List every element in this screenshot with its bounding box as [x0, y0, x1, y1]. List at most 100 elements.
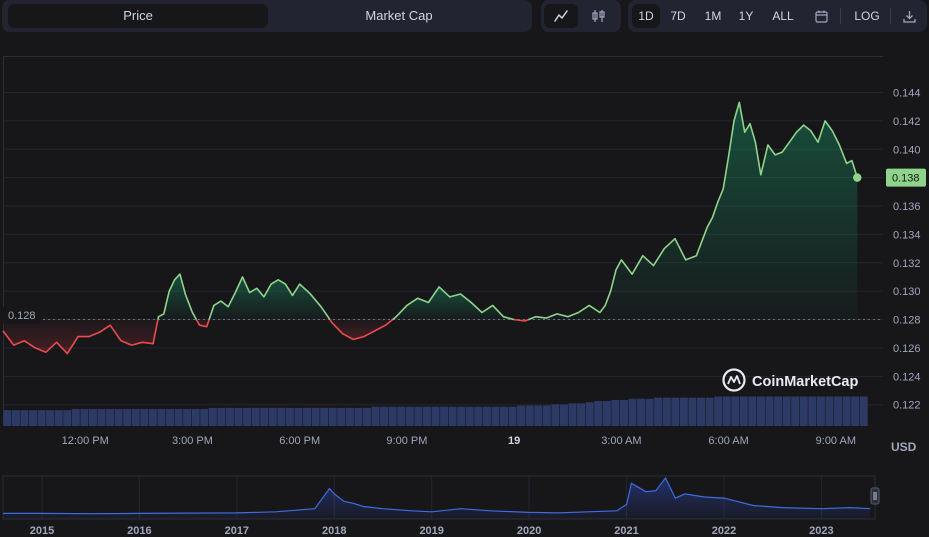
volume-bar — [3, 410, 12, 426]
currency-label: USD — [891, 440, 917, 454]
volume-bar — [508, 406, 517, 426]
volume-bar — [671, 397, 680, 426]
current-price-text: 0.138 — [892, 173, 920, 185]
volume-bar — [551, 404, 560, 426]
x-tick-label: 6:00 PM — [279, 435, 320, 447]
x-tick-label: 3:00 AM — [601, 435, 641, 447]
volume-bar — [739, 396, 748, 426]
navigator[interactable]: 2015 2016 2017 2018 2019 2020 2021 2022 2023 — [2, 475, 880, 537]
y-tick-label: 0.126 — [893, 343, 921, 355]
volume-bar — [363, 407, 371, 426]
y-tick-label: 0.130 — [893, 286, 921, 298]
volume-bar — [748, 396, 757, 426]
volume-bar — [260, 407, 269, 426]
volume-bar — [414, 406, 423, 426]
volume-bar — [568, 403, 577, 426]
volume-bar — [774, 396, 783, 426]
volume-bar — [851, 396, 860, 426]
volume-bar — [662, 397, 671, 426]
navigator-tick-label: 2020 — [517, 525, 541, 537]
navigator-tick-label: 2019 — [419, 525, 443, 537]
price-line-down — [513, 318, 529, 322]
volume-bar — [517, 405, 526, 426]
price-area — [3, 102, 858, 354]
y-tick-label: 0.124 — [893, 371, 921, 383]
volume-bar — [465, 406, 474, 426]
volume-bar — [294, 407, 303, 426]
volume-bar — [834, 396, 843, 426]
volume-bar — [46, 410, 55, 426]
navigator-handle[interactable] — [870, 487, 880, 505]
navigator-tick-label: 2023 — [809, 525, 833, 537]
volume-bar — [559, 404, 568, 426]
price-chart[interactable]: 0.144 0.142 0.140 0.138 0.136 0.134 0.132 0.130… — [0, 0, 929, 537]
watermark: CoinMarketCap — [722, 368, 858, 392]
volume-bar — [585, 402, 594, 426]
volume-bar — [482, 406, 491, 426]
volume-bar — [303, 407, 312, 426]
volume-bar — [97, 409, 106, 426]
volume-bar — [37, 410, 46, 426]
coinmarketcap-logo-icon — [722, 368, 746, 392]
x-tick-label: 9:00 PM — [386, 435, 427, 447]
volume-bar — [422, 406, 431, 426]
volume-bar — [285, 407, 294, 426]
volume-bar — [645, 398, 654, 426]
volume-bar — [688, 397, 697, 426]
volume-bar — [474, 406, 483, 426]
volume-bar — [20, 410, 29, 426]
volume-bar — [714, 396, 723, 426]
volume-bar — [756, 396, 765, 426]
volume-bar — [28, 410, 37, 426]
navigator-tick-label: 2022 — [712, 525, 736, 537]
volume-bar — [457, 406, 466, 426]
y-tick-label: 0.132 — [893, 258, 921, 270]
volume-bar — [114, 409, 123, 426]
volume-bars — [3, 396, 868, 426]
y-tick-label: 0.144 — [893, 87, 921, 99]
navigator-tick-label: 2021 — [614, 525, 638, 537]
volume-bar — [345, 407, 354, 426]
navigator-tick-label: 2018 — [322, 525, 346, 537]
x-axis: 12:00 PM 3:00 PM 6:00 PM 9:00 PM 19 3:00 AM 6:… — [62, 435, 856, 447]
volume-bar — [208, 407, 217, 426]
volume-bar — [782, 396, 791, 426]
volume-bar — [731, 396, 740, 426]
volume-bar — [765, 396, 774, 426]
open-price-text: 0.128 — [8, 310, 36, 322]
volume-bar — [808, 396, 817, 426]
y-tick-label: 0.128 — [893, 315, 921, 327]
y-axis: 0.144 0.142 0.140 0.138 0.136 0.134 0.132 0.130… — [893, 87, 921, 411]
volume-bar — [654, 397, 663, 426]
volume-bar — [106, 409, 115, 426]
volume-bar — [371, 406, 380, 426]
volume-bar — [191, 409, 200, 426]
volume-bar — [166, 409, 174, 426]
y-tick-label: 0.122 — [893, 400, 921, 412]
volume-bar — [397, 406, 406, 426]
volume-bar — [440, 406, 449, 426]
y-tick-label: 0.136 — [893, 201, 921, 213]
volume-bar — [234, 407, 243, 426]
volume-bar — [380, 406, 389, 426]
volume-bar — [217, 407, 226, 426]
volume-bar — [602, 401, 611, 426]
volume-bar — [611, 399, 620, 426]
volume-bar — [11, 410, 20, 426]
navigator-tick-label: 2016 — [127, 525, 151, 537]
price-area-up — [209, 277, 330, 320]
open-price-label: 0.128 — [3, 306, 41, 324]
volume-bar — [311, 407, 320, 426]
volume-bar — [140, 409, 149, 426]
volume-bar — [816, 396, 825, 426]
x-tick-label: 3:00 PM — [172, 435, 213, 447]
volume-bar — [63, 410, 72, 426]
volume-bar — [628, 398, 637, 426]
volume-bar — [637, 398, 646, 426]
navigator-x-axis: 2015 2016 2017 2018 2019 2020 2021 2022 2023 — [30, 525, 834, 537]
volume-bar — [148, 409, 157, 426]
volume-bar — [799, 396, 808, 426]
volume-bar — [183, 409, 192, 426]
volume-bar — [722, 396, 731, 426]
volume-bar — [200, 409, 209, 426]
